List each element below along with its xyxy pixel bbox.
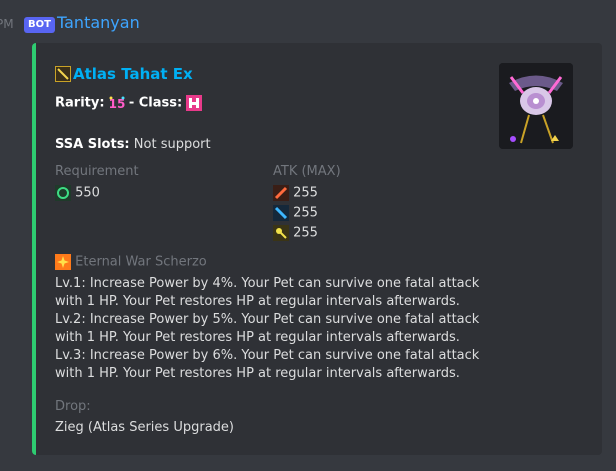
atk-tech-value: 255 [293,225,318,241]
skill-name: Eternal War Scherzo [75,254,207,270]
requirement-label: Requirement [55,164,139,179]
staff-weapon-icon [55,66,71,82]
atk-melee-line: 255 [273,185,318,201]
tech-atk-icon [273,225,289,241]
atk-ranged-line: 255 [273,205,318,221]
atk-melee-value: 255 [293,185,318,201]
skill-description: Lv.1: Increase Power by 4%. Your Pet can… [55,275,479,383]
ranged-atk-icon [273,205,289,221]
class-icon [186,95,203,111]
skill-line: Lv.3: Increase Power by 6%. Your Pet can… [55,348,480,363]
skill-line: Lv.1: Increase Power by 4%. Your Pet can… [55,276,480,291]
requirement-icon [55,185,71,201]
skill-line: with 1 HP. Your Pet restores HP at regul… [55,330,460,345]
class-label: - Class: [128,95,183,111]
ssa-label: SSA Slots: [55,137,130,152]
rarity-15-icon: 15 [108,95,125,111]
embed-accent-bar [32,43,36,455]
atk-tech-line: 255 [273,225,318,241]
drop-value: Zieg (Atlas Series Upgrade) [55,420,234,435]
requirement-value-line: 550 [55,185,100,201]
bot-badge: BOT [24,17,55,33]
skill-name-line: Eternal War Scherzo [55,254,207,270]
embed-title[interactable]: Atlas Tahat Ex [73,65,193,83]
atk-label: ATK (MAX) [273,164,341,179]
drop-label: Drop: [55,399,91,414]
ssa-slots-line: SSA Slots: Not support [55,137,211,152]
embed-title-row: Atlas Tahat Ex [55,65,193,83]
skill-line: with 1 HP. Your Pet restores HP at regul… [55,294,460,309]
melee-atk-icon [273,185,289,201]
rarity-class-line: Rarity: 15 - Class: [55,95,203,111]
weapon-thumbnail[interactable] [499,63,573,149]
requirement-value: 550 [75,185,100,201]
username[interactable]: Tantanyan [57,13,140,32]
skill-line: Lv.2: Increase Power by 5%. Your Pet can… [55,312,480,327]
atk-ranged-value: 255 [293,205,318,221]
skill-line: with 1 HP. Your Pet restores HP at regul… [55,366,460,381]
timestamp-fragment: PM [0,17,14,31]
embed-card: Atlas Tahat Ex Rarity: 15 - Class: SSA S… [32,43,602,455]
skill-icon [55,254,71,270]
ssa-value: Not support [133,137,211,152]
rarity-label: Rarity: [55,95,105,111]
